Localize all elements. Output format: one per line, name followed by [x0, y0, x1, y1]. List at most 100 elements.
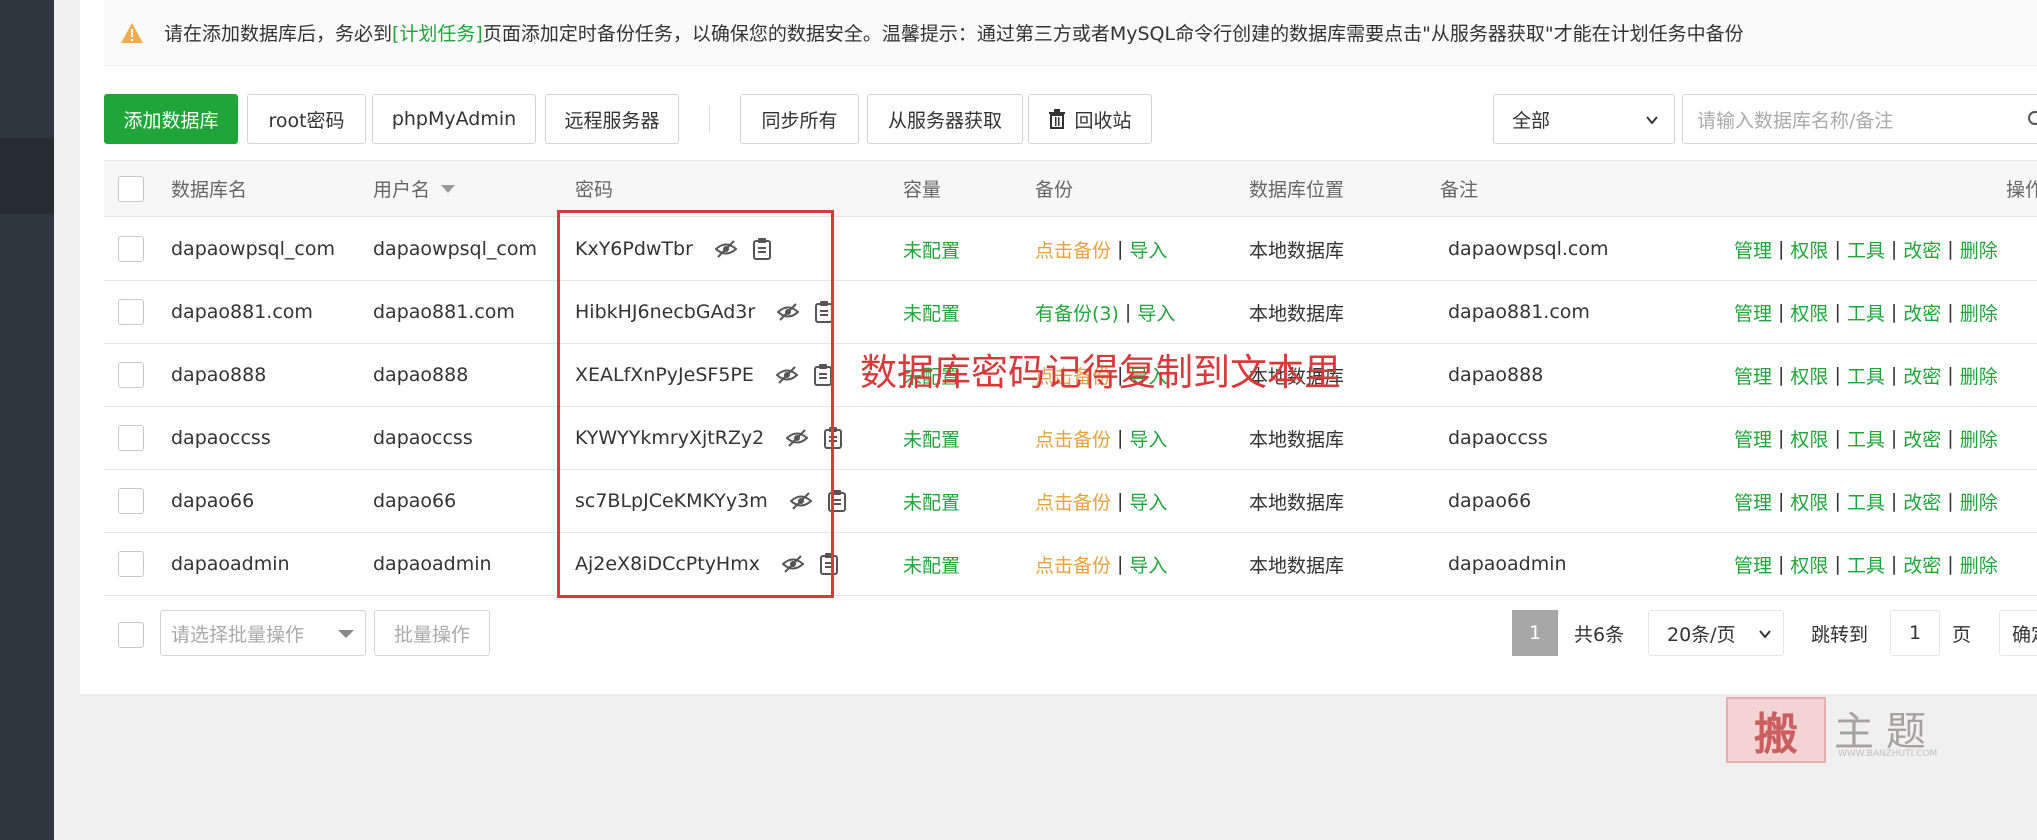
db-name: dapaoccss — [171, 427, 271, 449]
op-link[interactable]: 改密 — [1903, 236, 1941, 263]
op-link[interactable]: 工具 — [1847, 236, 1885, 263]
op-link[interactable]: 管理 — [1734, 236, 1772, 263]
cron-task-link[interactable]: [计划任务] — [392, 19, 483, 46]
filter-select[interactable]: 全部 — [1493, 94, 1675, 144]
page-1-button[interactable]: 1 — [1512, 610, 1558, 656]
op-link[interactable]: 删除 — [1960, 236, 1998, 263]
row-checkbox[interactable] — [118, 488, 144, 514]
row-checkbox[interactable] — [118, 236, 144, 262]
op-link[interactable]: 权限 — [1790, 362, 1828, 389]
capacity-status[interactable]: 未配置 — [903, 407, 960, 469]
table-footer: 请选择批量操作 批量操作 1 共6条 20条/页 跳转到 1 页 确定 — [104, 610, 2037, 658]
db-note[interactable]: dapaoadmin — [1448, 533, 1567, 595]
footer-select-checkbox[interactable] — [118, 622, 144, 648]
backup-link[interactable]: 点击备份 — [1035, 488, 1111, 515]
backup-link[interactable]: 点击备份 — [1035, 236, 1111, 263]
capacity-status[interactable]: 未配置 — [903, 470, 960, 532]
backup-cell: 点击备份 | 导入 — [1035, 470, 1167, 532]
capacity-status[interactable]: 未配置 — [903, 281, 960, 343]
backup-cell: 点击备份 | 导入 — [1035, 407, 1167, 469]
op-link[interactable]: 工具 — [1847, 362, 1885, 389]
import-link[interactable]: 导入 — [1129, 488, 1167, 515]
op-link[interactable]: 改密 — [1903, 362, 1941, 389]
op-link[interactable]: 权限 — [1790, 299, 1828, 326]
remote-server-button[interactable]: 远程服务器 — [545, 94, 679, 144]
op-link[interactable]: 管理 — [1734, 362, 1772, 389]
recycle-bin-button[interactable]: 回收站 — [1028, 94, 1152, 144]
table-row: dapaoadmin dapaoadmin Aj2eX8iDCcPtyHmx 未配置点… — [104, 533, 2037, 596]
per-page-select[interactable]: 20条/页 — [1648, 610, 1784, 656]
sidebar-active-item[interactable] — [0, 138, 54, 214]
header-name[interactable]: 数据库名 — [171, 161, 247, 216]
db-note[interactable]: dapaoccss — [1448, 407, 1548, 469]
op-link[interactable]: 删除 — [1960, 299, 1998, 326]
op-link[interactable]: 管理 — [1734, 551, 1772, 578]
sort-down-icon[interactable] — [440, 184, 456, 194]
phpmyadmin-button[interactable]: phpMyAdmin — [372, 94, 536, 144]
annotation-text: 数据库密码记得复制到文本里 — [860, 351, 1341, 394]
db-name: dapao66 — [171, 490, 255, 512]
op-link[interactable]: 权限 — [1790, 236, 1828, 263]
op-link[interactable]: 删除 — [1960, 488, 1998, 515]
select-all-checkbox[interactable] — [118, 176, 144, 202]
capacity-status[interactable]: 未配置 — [903, 218, 960, 280]
import-link[interactable]: 导入 — [1129, 551, 1167, 578]
recycle-bin-label: 回收站 — [1074, 109, 1132, 132]
row-checkbox[interactable] — [118, 299, 144, 325]
op-link[interactable]: 权限 — [1790, 488, 1828, 515]
op-link[interactable]: 工具 — [1847, 551, 1885, 578]
op-link[interactable]: 权限 — [1790, 551, 1828, 578]
op-link[interactable]: 工具 — [1847, 488, 1885, 515]
db-note[interactable]: dapao888 — [1448, 344, 1543, 406]
op-separator: | — [1890, 553, 1898, 575]
op-link[interactable]: 管理 — [1734, 488, 1772, 515]
op-link[interactable]: 改密 — [1903, 488, 1941, 515]
op-link[interactable]: 删除 — [1960, 425, 1998, 452]
import-link[interactable]: 导入 — [1137, 299, 1175, 326]
op-separator: | — [1890, 427, 1898, 449]
sync-all-button[interactable]: 同步所有 — [740, 94, 859, 144]
op-link[interactable]: 改密 — [1903, 425, 1941, 452]
backup-link[interactable]: 点击备份 — [1035, 551, 1111, 578]
capacity-status[interactable]: 未配置 — [903, 533, 960, 595]
db-location: 本地数据库 — [1249, 554, 1345, 577]
filter-value: 全部 — [1512, 109, 1551, 132]
backup-link[interactable]: 有备份(3) — [1035, 299, 1119, 326]
ops-cell: 管理 | 权限 | 工具 | 改密 | 删除 — [1734, 533, 1998, 595]
backup-link[interactable]: 点击备份 — [1035, 425, 1111, 452]
op-link[interactable]: 工具 — [1847, 425, 1885, 452]
op-link[interactable]: 工具 — [1847, 299, 1885, 326]
fetch-from-server-button[interactable]: 从服务器获取 — [867, 94, 1023, 144]
op-separator: | — [1778, 490, 1785, 512]
row-checkbox[interactable] — [118, 425, 144, 451]
add-database-button[interactable]: 添加数据库 — [104, 94, 238, 144]
jump-confirm-button[interactable]: 确定 — [1999, 610, 2037, 656]
search-input[interactable]: 请输入数据库名称/备注 — [1682, 94, 2037, 144]
ops-cell: 管理 | 权限 | 工具 | 改密 | 删除 — [1734, 407, 1998, 469]
op-separator: | — [1778, 553, 1785, 575]
op-separator: | — [1890, 301, 1898, 323]
import-link[interactable]: 导入 — [1129, 425, 1167, 452]
op-link[interactable]: 权限 — [1790, 425, 1828, 452]
op-link[interactable]: 管理 — [1734, 299, 1772, 326]
db-note[interactable]: dapao66 — [1448, 470, 1531, 532]
batch-operation-button[interactable]: 批量操作 — [374, 610, 490, 656]
batch-select[interactable]: 请选择批量操作 — [160, 610, 366, 656]
op-link[interactable]: 删除 — [1960, 362, 1998, 389]
op-link[interactable]: 管理 — [1734, 425, 1772, 452]
jump-page-input[interactable]: 1 — [1890, 610, 1940, 656]
row-checkbox[interactable] — [118, 551, 144, 577]
backup-separator: | — [1117, 427, 1124, 449]
op-link[interactable]: 改密 — [1903, 299, 1941, 326]
backup-separator: | — [1124, 301, 1132, 323]
search-icon[interactable] — [2027, 110, 2037, 130]
op-link[interactable]: 删除 — [1960, 551, 1998, 578]
row-checkbox[interactable] — [118, 362, 144, 388]
op-separator: | — [1947, 301, 1954, 323]
root-password-button[interactable]: root密码 — [247, 94, 366, 144]
op-link[interactable]: 改密 — [1903, 551, 1941, 578]
import-link[interactable]: 导入 — [1129, 236, 1167, 263]
db-note[interactable]: dapao881.com — [1448, 281, 1590, 343]
db-note[interactable]: dapaowpsql.com — [1448, 218, 1609, 280]
header-user[interactable]: 用户名 — [373, 161, 456, 216]
